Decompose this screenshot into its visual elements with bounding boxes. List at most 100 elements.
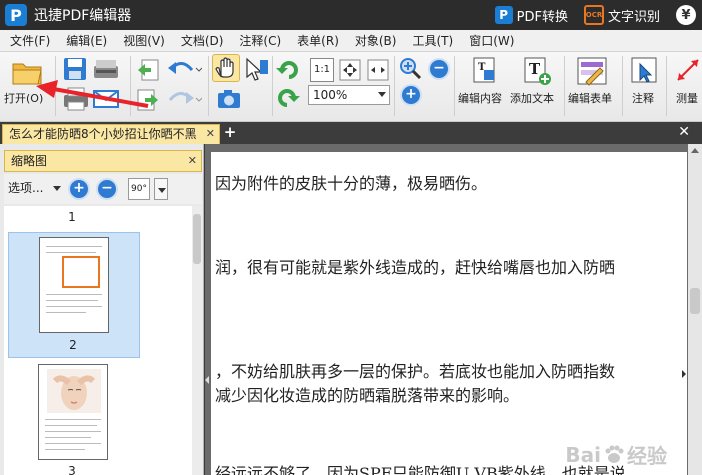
currency-icon[interactable]: ¥ [676,5,696,25]
redo-icon[interactable] [166,88,202,110]
measure-label: 测量 [676,92,698,105]
zoom-in-magnifier-icon[interactable] [398,56,424,80]
watermark: Bai 经验 [565,440,667,469]
expand-panel-icon[interactable] [682,370,686,378]
document-text-line: ，不妨给肌肤再多一层的保护。若底妆也能加入防晒指数 [215,362,616,381]
close-icon[interactable]: ✕ [188,151,197,171]
document-viewer: 因为附件的皮肤十分的薄，极易晒伤。 润，很有可能就是紫外线造成的，赶快给嘴唇也加… [205,144,702,475]
thumbnail-zoom-out-icon[interactable]: − [96,178,118,200]
document-tab[interactable]: 怎么才能防晒8个小妙招让你晒不黑 ✕ [2,124,220,144]
toolbar-separator [394,56,395,116]
rotate-counterclockwise-icon[interactable] [276,84,300,110]
watermark-text: 经验 [627,444,667,468]
scrollbar-thumb[interactable] [690,288,700,314]
edit-form-icon [577,57,607,86]
thumbnail-panel: 缩略图 ✕ 选项... + − 90° 1 2 3 [0,144,204,475]
hand-icon [215,57,234,78]
svg-text:T: T [529,60,541,78]
app-title: 迅捷PDF编辑器 [34,8,132,24]
add-text-icon: T [524,57,551,85]
menu-bar: 文件(F) 编辑(E) 视图(V) 文档(D) 注释(C) 表单(R) 对象(B… [0,30,702,52]
face-image [47,369,101,413]
edit-content-button[interactable]: T 编辑内容 [458,54,510,116]
annotate-label: 注释 [632,92,654,105]
edit-form-label: 编辑表单 [568,92,612,105]
annotate-icon [631,57,657,83]
close-all-icon[interactable]: ✕ [678,124,690,140]
document-tab-title: 怎么才能防晒8个小妙招让你晒不黑 [9,127,197,141]
toolbar-separator [272,56,273,116]
title-bar: P 迅捷PDF编辑器 P PDF转换 OCR 文字识别 ¥ [0,0,702,30]
close-icon[interactable]: ✕ [206,125,215,143]
visible-area-indicator [62,256,100,288]
document-text-line: 润，很有可能就是紫外线造成的，赶快给嘴唇也加入防晒 [215,258,616,277]
menu-form[interactable]: 表单(R) [289,32,347,49]
rotate-page-button[interactable]: 90° [128,178,150,200]
document-text-line: 因为附件的皮肤十分的薄，极易晒伤。 [215,174,488,193]
hand-tool-button[interactable] [212,54,240,82]
annotate-button[interactable]: 注释 [626,54,662,116]
add-text-label: 添加文本 [510,92,554,105]
chevron-down-icon [378,92,386,97]
page-number: 1 [68,210,76,224]
app-logo: P [5,4,27,26]
menu-view[interactable]: 视图(V) [115,32,173,49]
snapshot-icon[interactable] [216,88,242,110]
toolbar-separator [208,56,209,116]
document-text-line: 经远远不够了，因为SPF只能防御U VB紫外线，也就是说 [215,464,626,475]
scroll-up-icon[interactable] [691,148,699,153]
menu-window[interactable]: 窗口(W) [461,32,522,49]
ocr-button[interactable]: OCR 文字识别 [583,5,660,25]
paw-icon [605,445,624,463]
chevron-down-icon [158,188,166,193]
thumbnail-page-selected[interactable]: 2 [8,232,140,358]
options-label: 选项... [8,181,44,195]
pdf-convert-label: PDF转换 [516,9,568,25]
pdf-convert-button[interactable]: P PDF转换 [494,6,568,25]
zoom-value: 100% [313,88,348,102]
zoom-select[interactable]: 100% [308,85,390,105]
zoom-in-icon[interactable]: + [400,84,422,106]
menu-tools[interactable]: 工具(T) [404,32,461,49]
rotate-clockwise-icon[interactable] [276,56,300,82]
add-text-button[interactable]: T 添加文本 [510,54,562,116]
measure-button[interactable]: 测量 [672,54,702,116]
page-thumbnail [39,237,109,333]
thumbnail-zoom-in-icon[interactable]: + [68,178,90,200]
thumbnail-panel-title: 缩略图 [11,154,48,168]
menu-edit[interactable]: 编辑(E) [58,32,115,49]
thumbnail-scrollbar[interactable] [192,206,202,475]
toolbar-separator [454,56,455,116]
ocr-label: 文字识别 [607,9,660,25]
menu-object[interactable]: 对象(B) [347,32,405,49]
page-thumbnail[interactable] [38,364,108,460]
page-number: 2 [69,338,77,352]
chevron-down-icon [53,186,62,191]
fit-width-icon[interactable] [366,58,390,82]
pdf-convert-icon: P [494,6,513,24]
options-dropdown[interactable]: 选项... [8,179,62,196]
zoom-out-icon[interactable]: − [428,58,450,80]
ocr-icon: OCR [583,5,604,25]
collapse-panel-icon[interactable] [205,376,209,384]
edit-form-button[interactable]: 编辑表单 [566,54,620,116]
menu-file[interactable]: 文件(F) [0,32,58,49]
document-scrollbar[interactable] [688,144,702,475]
rotate-dropdown-button[interactable] [154,178,168,200]
menu-comment[interactable]: 注释(C) [231,32,289,49]
document-page: 因为附件的皮肤十分的薄，极易晒伤。 润，很有可能就是紫外线造成的，赶快给嘴唇也加… [211,152,687,475]
menu-document[interactable]: 文档(D) [173,32,232,49]
toolbar-separator [666,56,667,116]
thumbnail-list: 1 2 3 [4,206,192,475]
new-tab-icon[interactable]: + [222,125,238,141]
fit-page-icon[interactable] [338,58,362,82]
undo-icon[interactable] [166,58,202,80]
edit-content-label: 编辑内容 [458,92,502,105]
thumbnail-panel-header: 缩略图 ✕ [4,150,202,172]
thumbnail-toolbar: 选项... + − 90° [4,174,202,204]
edit-content-icon: T [473,57,495,83]
document-tab-bar: 怎么才能防晒8个小妙招让你晒不黑 ✕ + ✕ [0,122,702,144]
actual-size-button[interactable]: 1:1 [310,58,334,82]
select-text-icon[interactable] [244,56,270,82]
measure-icon [677,59,699,81]
